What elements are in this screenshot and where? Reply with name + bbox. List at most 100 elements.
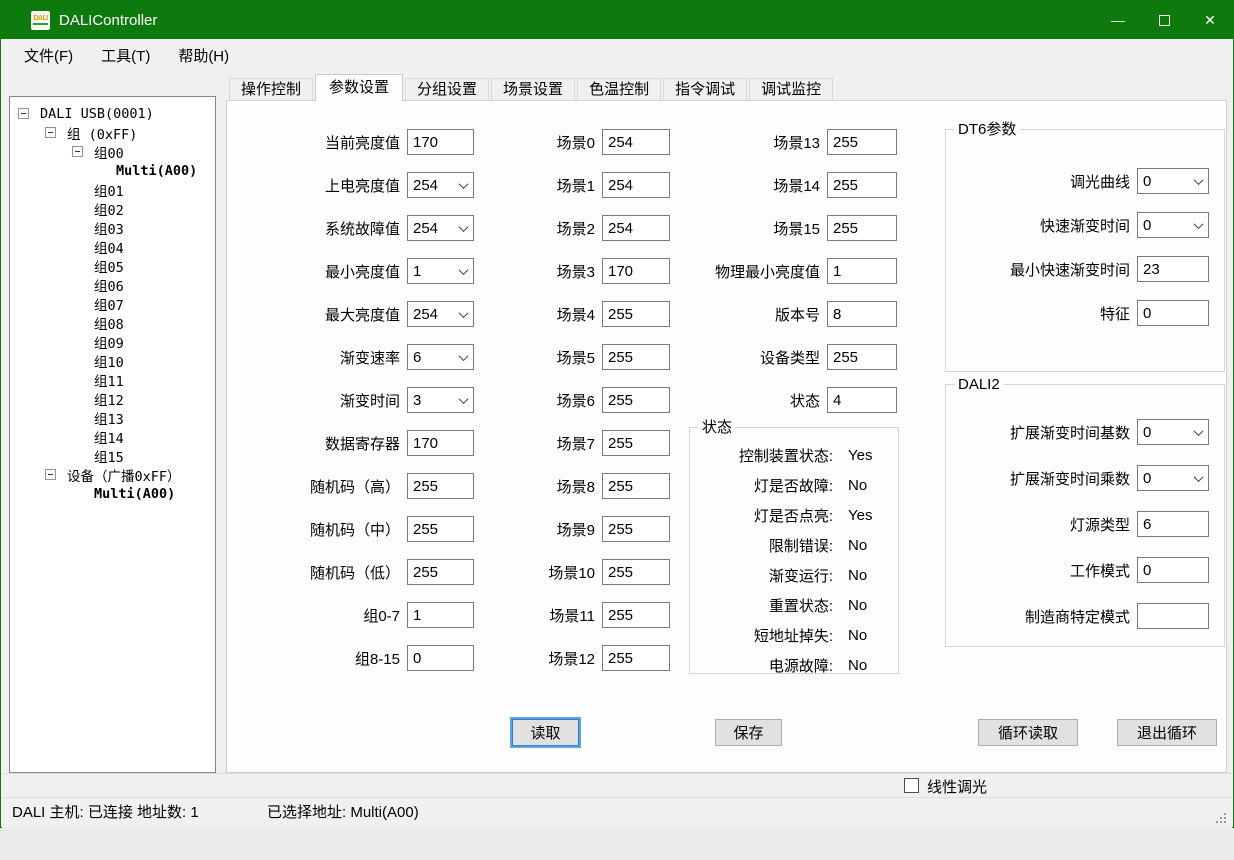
field-input[interactable]: 255 bbox=[602, 602, 670, 628]
action-button[interactable]: 循环读取 bbox=[978, 719, 1078, 746]
field-input[interactable]: 255 bbox=[407, 473, 474, 499]
field-input[interactable]: 255 bbox=[827, 344, 897, 370]
resize-grip[interactable] bbox=[1216, 813, 1218, 815]
tree-item[interactable]: 组05 bbox=[10, 256, 215, 275]
field-input[interactable]: 255 bbox=[602, 301, 670, 327]
field-input[interactable]: 255 bbox=[827, 215, 897, 241]
field-input[interactable]: 0 bbox=[1137, 465, 1209, 491]
chevron-down-icon[interactable] bbox=[1190, 467, 1207, 489]
tree-item[interactable]: 组 (0xFF) bbox=[10, 123, 215, 142]
chevron-down-icon[interactable] bbox=[1190, 170, 1207, 192]
tab[interactable]: 场景设置 bbox=[491, 78, 575, 100]
collapse-icon[interactable] bbox=[18, 108, 29, 119]
tab[interactable]: 参数设置 bbox=[315, 74, 403, 101]
menu-item[interactable]: 工具(T) bbox=[87, 40, 164, 71]
menu-item[interactable]: 文件(F) bbox=[10, 40, 87, 71]
linear-dimming-checkbox[interactable] bbox=[904, 778, 919, 793]
field-input[interactable]: 254 bbox=[407, 301, 474, 327]
tree-item[interactable]: 组03 bbox=[10, 218, 215, 237]
field-input[interactable]: 1 bbox=[827, 258, 897, 284]
field-row: 当前亮度值 170 bbox=[257, 129, 474, 155]
chevron-down-icon[interactable] bbox=[455, 174, 472, 196]
tree-item[interactable]: 组15 bbox=[10, 446, 215, 465]
field-input[interactable] bbox=[1137, 603, 1209, 629]
field-input[interactable]: 23 bbox=[1137, 256, 1209, 282]
chevron-down-icon[interactable] bbox=[455, 389, 472, 411]
tree-item[interactable]: 组04 bbox=[10, 237, 215, 256]
field-input[interactable]: 255 bbox=[602, 344, 670, 370]
tree-item[interactable]: 设备（广播0xFF） bbox=[10, 465, 215, 484]
field-input[interactable]: 6 bbox=[407, 344, 474, 370]
tree-item[interactable]: 组06 bbox=[10, 275, 215, 294]
tree-item[interactable]: 组00 bbox=[10, 142, 215, 161]
tab[interactable]: 调试监控 bbox=[749, 78, 833, 100]
field-input[interactable]: 0 bbox=[1137, 419, 1209, 445]
tree-item[interactable]: 组10 bbox=[10, 351, 215, 370]
field-input[interactable]: 255 bbox=[602, 645, 670, 671]
field-value: 1 bbox=[413, 607, 421, 624]
tree-item[interactable]: DALI USB(0001) bbox=[10, 104, 215, 123]
field-input[interactable]: 255 bbox=[827, 172, 897, 198]
tab[interactable]: 分组设置 bbox=[405, 78, 489, 100]
field-input[interactable]: 170 bbox=[602, 258, 670, 284]
field-input[interactable]: 1 bbox=[407, 258, 474, 284]
field-input[interactable]: 255 bbox=[602, 387, 670, 413]
field-input[interactable]: 170 bbox=[407, 430, 474, 456]
tree-item[interactable]: 组13 bbox=[10, 408, 215, 427]
field-input[interactable]: 0 bbox=[1137, 212, 1209, 238]
status-label: 灯是否故障: bbox=[690, 475, 833, 496]
field-input[interactable]: 3 bbox=[407, 387, 474, 413]
field-input[interactable]: 255 bbox=[407, 516, 474, 542]
field-input[interactable]: 254 bbox=[407, 172, 474, 198]
field-input[interactable]: 255 bbox=[407, 559, 474, 585]
chevron-down-icon[interactable] bbox=[455, 260, 472, 282]
chevron-down-icon[interactable] bbox=[455, 346, 472, 368]
field-input[interactable]: 0 bbox=[1137, 168, 1209, 194]
field-input[interactable]: 255 bbox=[827, 129, 897, 155]
chevron-down-icon[interactable] bbox=[1190, 421, 1207, 443]
field-input[interactable]: 6 bbox=[1137, 511, 1209, 537]
tree-item[interactable]: 组11 bbox=[10, 370, 215, 389]
field-input[interactable]: 0 bbox=[407, 645, 474, 671]
field-input[interactable]: 254 bbox=[602, 215, 670, 241]
field-input[interactable]: 254 bbox=[407, 215, 474, 241]
action-button[interactable]: 读取 bbox=[512, 719, 579, 746]
status-label: 短地址掉失: bbox=[690, 625, 833, 646]
tree-item[interactable]: 组02 bbox=[10, 199, 215, 218]
chevron-down-icon[interactable] bbox=[455, 217, 472, 239]
field-input[interactable]: 8 bbox=[827, 301, 897, 327]
tree-item[interactable]: Multi(A00) bbox=[10, 484, 215, 503]
collapse-icon[interactable] bbox=[45, 127, 56, 138]
field-input[interactable]: 254 bbox=[602, 172, 670, 198]
chevron-down-icon[interactable] bbox=[1190, 214, 1207, 236]
tree-item[interactable]: 组08 bbox=[10, 313, 215, 332]
field-input[interactable]: 4 bbox=[827, 387, 897, 413]
tree-item[interactable]: Multi(A00) bbox=[10, 161, 215, 180]
tree-item[interactable]: 组14 bbox=[10, 427, 215, 446]
field-input[interactable]: 255 bbox=[602, 473, 670, 499]
tree-item[interactable]: 组01 bbox=[10, 180, 215, 199]
menu-item[interactable]: 帮助(H) bbox=[164, 40, 243, 71]
minimize-button[interactable]: — bbox=[1095, 1, 1141, 39]
field-input[interactable]: 170 bbox=[407, 129, 474, 155]
field-input[interactable]: 255 bbox=[602, 559, 670, 585]
chevron-down-icon[interactable] bbox=[455, 303, 472, 325]
tree-item[interactable]: 组07 bbox=[10, 294, 215, 313]
field-input[interactable]: 254 bbox=[602, 129, 670, 155]
collapse-icon[interactable] bbox=[45, 469, 56, 480]
close-button[interactable]: ✕ bbox=[1187, 1, 1233, 39]
field-input[interactable]: 255 bbox=[602, 430, 670, 456]
tab[interactable]: 指令调试 bbox=[663, 78, 747, 100]
action-button[interactable]: 保存 bbox=[715, 719, 782, 746]
field-input[interactable]: 1 bbox=[407, 602, 474, 628]
tree-item[interactable]: 组09 bbox=[10, 332, 215, 351]
maximize-button[interactable] bbox=[1141, 1, 1187, 39]
collapse-icon[interactable] bbox=[72, 146, 83, 157]
tab[interactable]: 色温控制 bbox=[577, 78, 661, 100]
action-button[interactable]: 退出循环 bbox=[1117, 719, 1217, 746]
tab[interactable]: 操作控制 bbox=[229, 78, 313, 100]
field-input[interactable]: 255 bbox=[602, 516, 670, 542]
field-input[interactable]: 0 bbox=[1137, 300, 1209, 326]
field-input[interactable]: 0 bbox=[1137, 557, 1209, 583]
tree-item[interactable]: 组12 bbox=[10, 389, 215, 408]
